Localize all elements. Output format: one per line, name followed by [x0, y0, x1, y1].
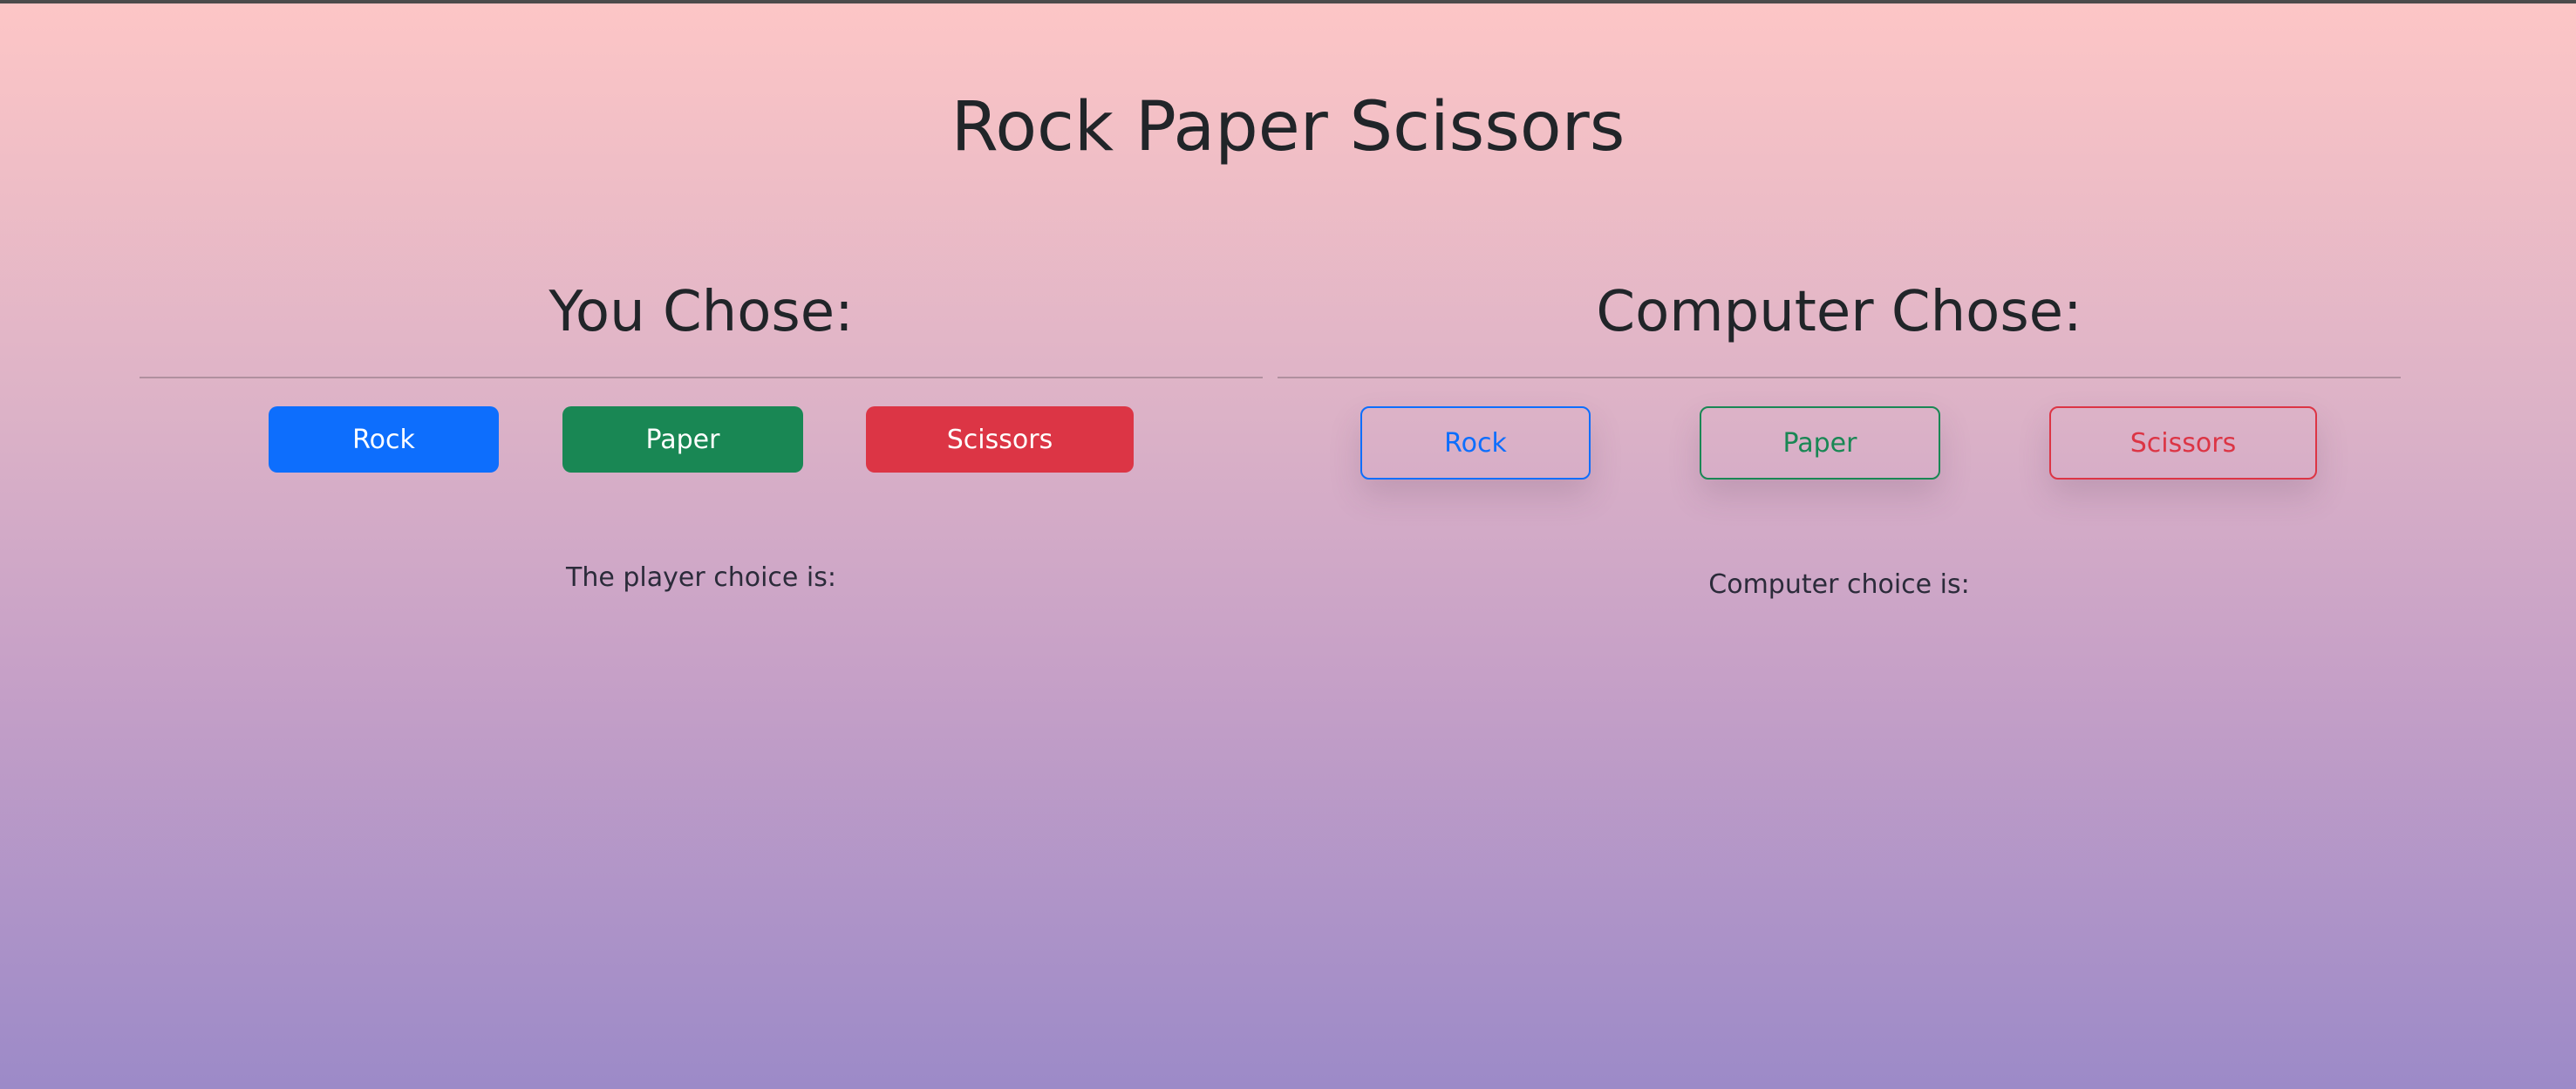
computer-scissors-button[interactable]: Scissors	[2049, 406, 2317, 480]
player-divider	[140, 377, 1263, 378]
player-panel: You Chose: Rock Paper Scissors The playe…	[140, 279, 1263, 593]
page-title: Rock Paper Scissors	[951, 88, 1625, 167]
player-rock-button[interactable]: Rock	[269, 406, 499, 473]
player-scissors-button[interactable]: Scissors	[866, 406, 1134, 473]
window-top-border	[0, 0, 2576, 3]
computer-choice-text: Computer choice is:	[1708, 569, 1970, 600]
player-choice-text: The player choice is:	[566, 562, 836, 593]
player-paper-button[interactable]: Paper	[562, 406, 803, 473]
computer-rock-button[interactable]: Rock	[1360, 406, 1591, 480]
computer-paper-button[interactable]: Paper	[1700, 406, 1940, 480]
computer-panel: Computer Chose: Rock Paper Scissors Comp…	[1278, 279, 2401, 600]
computer-heading: Computer Chose:	[1596, 280, 2082, 344]
computer-divider	[1278, 377, 2401, 378]
player-heading: You Chose:	[549, 280, 854, 344]
